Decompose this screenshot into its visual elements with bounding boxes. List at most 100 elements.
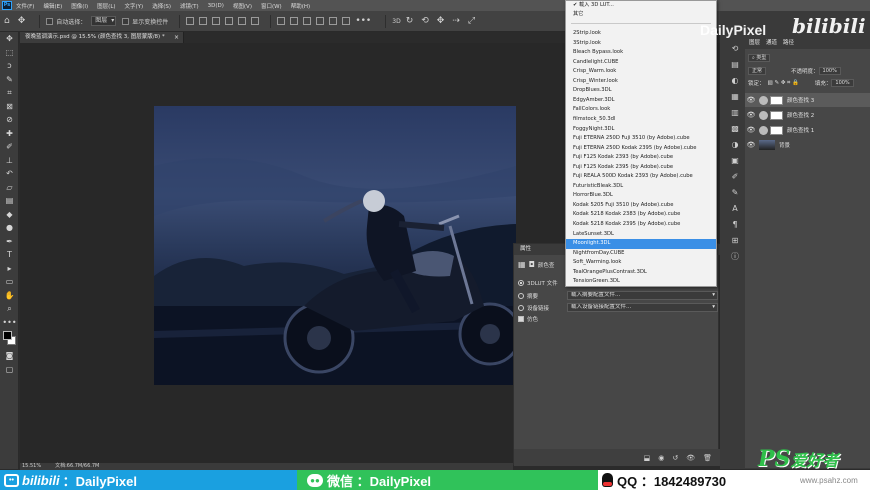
visibility-eye-icon[interactable]: 👁 [745,126,757,134]
lut-item[interactable]: Kodak 5218 Kodak 2383 (by Adobe).cube [566,210,716,220]
3d-rotate-icon[interactable]: ↻ [406,16,414,26]
3d-roll-icon[interactable]: ⟲ [421,16,429,26]
canvas-image[interactable] [154,106,516,385]
close-icon[interactable]: × [174,32,179,43]
lut-item[interactable]: Crisp_Warm.look [566,67,716,77]
abstract-row[interactable]: 摘要 [518,292,538,300]
abstract-dropdown[interactable]: 载入摘要配置文件... [567,291,718,300]
move-tool-icon[interactable]: ✥ [0,32,19,46]
menu-type[interactable]: 文字(Y) [125,2,144,10]
3d-scale-icon[interactable]: ⤢ [468,16,475,26]
info-panel-icon[interactable]: ⓘ [727,248,743,264]
blend-mode-select[interactable]: 正常 [748,67,767,75]
lut-item[interactable]: LateSunset.3DL [566,230,716,240]
dodge-tool-icon[interactable]: ● [0,221,19,235]
align-bottom-icon[interactable] [212,17,221,25]
other-item[interactable]: 其它 [566,10,716,20]
menu-image[interactable]: 图像(I) [71,2,88,10]
lut-item[interactable]: TealOrangePlusContrast.3DL [566,268,716,278]
devicelink-row[interactable]: 设备链接 [518,304,549,312]
lut-item[interactable]: NightfromDay.CUBE [566,249,716,259]
layer-mask-thumb[interactable] [770,125,783,135]
menu-file[interactable]: 文件(F) [16,2,34,10]
dither-checkbox[interactable] [518,316,524,322]
lut-item[interactable]: filmstock_50.3dl [566,115,716,125]
glyphs-panel-icon[interactable]: ⊞ [727,232,743,248]
clone-stamp-tool-icon[interactable]: ⊥ [0,154,19,168]
tab-paths[interactable]: 路径 [783,38,794,49]
layer-row[interactable]: 👁 颜色查找 2 [745,108,870,122]
abstract-radio[interactable] [518,293,524,299]
fill-input[interactable]: 100% [831,79,854,87]
lut-item[interactable]: FallColors.look [566,105,716,115]
align-vcenter-icon[interactable] [199,17,208,25]
layer-mask-thumb[interactable] [770,110,783,120]
layer-row[interactable]: 👁 颜色查找 3 [745,93,870,107]
menu-edit[interactable]: 编辑(E) [43,2,62,10]
eyedropper-tool-icon[interactable]: ⊘ [0,113,19,127]
lut-item[interactable]: EdgyAmber.3DL [566,96,716,106]
character-panel-icon[interactable]: A [727,200,743,216]
hand-tool-icon[interactable]: ✋ [0,289,19,303]
auto-select-dropdown[interactable]: 图层 [91,16,117,26]
lut-item[interactable]: Kodak 5205 Fuji 3510 (by Adobe).cube [566,201,716,211]
align-right-icon[interactable] [251,17,260,25]
properties-panel-icon[interactable]: ▤ [727,56,743,72]
layer-mask-thumb[interactable] [770,95,783,105]
move-tool-icon[interactable]: ✥ [18,16,26,26]
crop-tool-icon[interactable]: ⌗ [0,86,19,100]
menu-select[interactable]: 选择(S) [152,2,171,10]
reset-icon[interactable]: ↺ [672,454,678,462]
visibility-eye-icon[interactable]: 👁 [745,141,757,149]
lut-item[interactable]: Kodak 5218 Kodak 2395 (by Adobe).cube [566,220,716,230]
quick-mask-icon[interactable]: ◙ [0,349,19,363]
menu-layer[interactable]: 图层(L) [97,2,115,10]
distribute-top-icon[interactable] [277,17,286,25]
lut-item[interactable]: 2Strip.look [566,29,716,39]
type-tool-icon[interactable]: T [0,248,19,262]
3d-slide-icon[interactable]: ⇢ [452,16,460,26]
lut-item[interactable]: Candlelight.CUBE [566,58,716,68]
document-tab[interactable]: 夜晚蓝调演示.psd @ 15.5% (颜色查找 3, 图层蒙版/8) * × [20,32,184,43]
frame-tool-icon[interactable]: ⊠ [0,100,19,114]
marquee-tool-icon[interactable]: ⬚ [0,46,19,60]
history-brush-tool-icon[interactable]: ↶ [0,167,19,181]
history-panel-icon[interactable]: ⟲ [727,40,743,56]
color-swatches[interactable] [0,329,19,349]
devicelink-dropdown[interactable]: 载入设备链接配置文件... [567,303,718,312]
visibility-eye-icon[interactable]: 👁 [745,111,757,119]
lut-item[interactable]: Fuji ETERNA 250D Kodak 2395 (by Adobe).c… [566,144,716,154]
align-hcenter-icon[interactable] [238,17,247,25]
lut-item[interactable]: Crisp_Winter.look [566,77,716,87]
zoom-readout[interactable]: 15.51% [22,463,41,470]
menu-3d[interactable]: 3D(D) [208,3,224,9]
lock-icons[interactable]: ▧ ✎ ✥ ⌗ 🔒 [768,80,799,87]
eraser-tool-icon[interactable]: ▱ [0,181,19,195]
distribute-left-icon[interactable] [316,17,325,25]
distribute-right-icon[interactable] [342,17,351,25]
delete-icon[interactable]: 🗑 [703,454,712,462]
lasso-tool-icon[interactable]: ↄ [0,59,19,73]
menu-filter[interactable]: 滤镜(T) [180,2,199,10]
more-options-icon[interactable]: ••• [355,16,371,26]
lut-item[interactable]: Fuji REALA 500D Kodak 2393 (by Adobe).cu… [566,172,716,182]
lut-file-row[interactable]: 3DLUT 文件 [518,279,558,287]
lut-item[interactable]: FuturisticBleak.3DL [566,182,716,192]
dither-row[interactable]: 仿色 [518,315,538,323]
lut-item[interactable]: Soft_Warming.look [566,258,716,268]
tab-channels[interactable]: 通道 [766,38,777,49]
swatches-panel-icon[interactable]: ▦ [727,88,743,104]
foreground-color-swatch[interactable] [3,331,12,340]
shape-tool-icon[interactable]: ▭ [0,275,19,289]
layer-kind-select[interactable]: ⌕ 类型 [748,54,771,62]
clip-to-layer-icon[interactable]: ⬓ [644,454,651,462]
paragraph-panel-icon[interactable]: ¶ [727,216,743,232]
brush-settings-icon[interactable]: ✎ [727,184,743,200]
lut-item[interactable]: Fuji F125 Kodak 2393 (by Adobe).cube [566,153,716,163]
opacity-input[interactable]: 100% [818,67,841,75]
quick-select-tool-icon[interactable]: ✎ [0,73,19,87]
home-icon[interactable]: ⌂ [4,16,10,26]
lut-item[interactable]: TensionGreen.3DL [566,277,716,287]
libraries-panel-icon[interactable]: ▣ [727,152,743,168]
layer-row[interactable]: 👁 颜色查找 1 [745,123,870,137]
